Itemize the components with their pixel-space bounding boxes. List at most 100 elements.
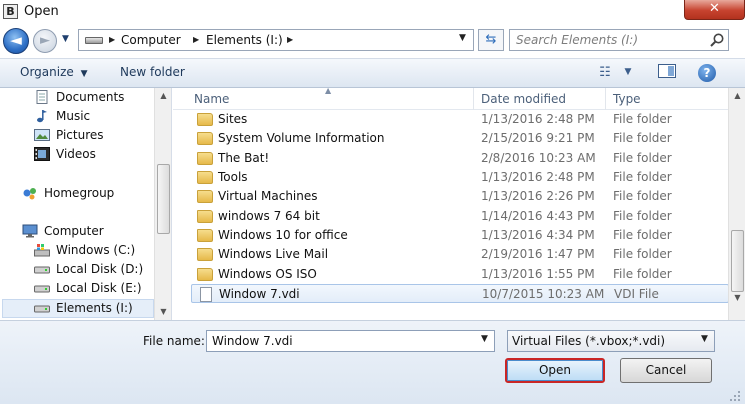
breadcrumb-computer[interactable]: Computer xyxy=(121,33,181,47)
file-row[interactable]: Tools 1/13/2016 2:48 PM File folder xyxy=(191,168,729,187)
file-name-label: File name: xyxy=(143,334,205,348)
file-type: File folder xyxy=(613,112,672,126)
organize-button[interactable]: Organize ▼ xyxy=(20,65,88,81)
nav-item-label: Homegroup xyxy=(44,186,115,200)
drive-icon xyxy=(34,285,50,293)
view-dropdown-icon[interactable]: ▼ xyxy=(622,64,634,81)
view-options-icon[interactable]: ☷ xyxy=(596,64,614,81)
column-divider[interactable] xyxy=(605,88,606,110)
file-row[interactable]: The Bat! 2/8/2016 10:23 AM File folder xyxy=(191,149,729,168)
file-name-field[interactable]: Window 7.vdi ▼ xyxy=(206,330,495,352)
column-divider[interactable] xyxy=(473,88,474,110)
nav-scrollbar[interactable]: ▲ ▼ xyxy=(154,88,171,320)
file-list-scrollbar-thumb[interactable] xyxy=(731,230,744,292)
recent-locations-dropdown[interactable]: ▼ xyxy=(62,32,74,46)
file-type: File folder xyxy=(613,267,672,281)
preview-pane-icon[interactable] xyxy=(657,64,677,81)
nav-item-label: Local Disk (E:) xyxy=(56,281,142,295)
search-input[interactable] xyxy=(516,32,702,48)
file-type: VDI File xyxy=(614,287,659,301)
file-row[interactable]: windows 7 64 bit 1/14/2016 4:43 PM File … xyxy=(191,207,729,226)
file-type: File folder xyxy=(613,189,672,203)
file-type: File folder xyxy=(613,170,672,184)
file-type: File folder xyxy=(613,247,672,261)
title-bar: B Open ✕ xyxy=(0,0,745,24)
file-type: File folder xyxy=(613,151,672,165)
file-list-scrollbar[interactable]: ▲ ▼ xyxy=(728,88,745,320)
forward-button[interactable]: ► xyxy=(33,29,57,53)
folder-icon xyxy=(197,113,213,126)
file-name: Sites xyxy=(218,112,248,126)
nav-item-label: Music xyxy=(56,109,91,123)
column-date-modified[interactable]: Date modified xyxy=(481,92,566,106)
file-row[interactable]: Windows 10 for office 1/13/2016 4:34 PM … xyxy=(191,226,729,245)
nav-item-label: Computer xyxy=(44,224,104,238)
nav-item-label: Videos xyxy=(56,147,96,161)
file-name: Windows Live Mail xyxy=(218,247,329,261)
window-title: Open xyxy=(24,4,59,19)
scroll-up-icon[interactable]: ▲ xyxy=(155,88,172,104)
file-row[interactable]: System Volume Information 2/15/2016 9:21… xyxy=(191,129,729,148)
folder-icon xyxy=(197,152,213,165)
file-date: 2/8/2016 10:23 AM xyxy=(481,151,596,165)
file-row[interactable]: Sites 1/13/2016 2:48 PM File folder xyxy=(191,110,729,129)
file-type-select[interactable]: Virtual Files (*.vbox;*.vdi) ▼ xyxy=(507,330,715,352)
address-row: ◄ ► ▼ ▶ Computer ▶ Elements (I:) ▶ ▼ ⇆ xyxy=(0,24,745,58)
file-date: 1/13/2016 1:55 PM xyxy=(481,267,595,281)
file-date: 1/13/2016 2:48 PM xyxy=(481,112,595,126)
homegroup-icon xyxy=(23,188,36,200)
refresh-button[interactable]: ⇆ xyxy=(478,29,504,51)
nav-item-label: Windows (C:) xyxy=(56,243,136,257)
folder-icon xyxy=(197,248,213,261)
file-name-value: Window 7.vdi xyxy=(212,334,293,348)
scroll-down-icon[interactable]: ▼ xyxy=(155,304,172,320)
file-date: 10/7/2015 10:23 AM xyxy=(482,287,605,301)
column-type[interactable]: Type xyxy=(613,92,641,106)
navigation-pane: Documents Music Pictures Videos Homegrou… xyxy=(0,88,172,320)
column-name[interactable]: Name xyxy=(194,92,229,106)
file-row[interactable]: Virtual Machines 1/13/2016 2:26 PM File … xyxy=(191,187,729,206)
chevron-down-icon[interactable]: ▼ xyxy=(701,334,708,344)
command-bar: Organize ▼ New folder ☷ ▼ ? xyxy=(0,58,745,88)
folder-icon xyxy=(197,210,213,223)
search-icon[interactable] xyxy=(709,32,725,48)
breadcrumb-separator-icon[interactable]: ▶ xyxy=(109,33,115,47)
address-bar[interactable]: ▶ Computer ▶ Elements (I:) ▶ ▼ xyxy=(78,29,474,51)
file-date: 2/15/2016 9:21 PM xyxy=(481,131,595,145)
back-arrow-icon: ◄ xyxy=(10,31,22,49)
nav-scrollbar-thumb[interactable] xyxy=(157,164,170,234)
file-name: System Volume Information xyxy=(218,131,385,145)
address-dropdown-icon[interactable]: ▼ xyxy=(459,33,466,43)
file-type: File folder xyxy=(613,131,672,145)
new-folder-button[interactable]: New folder xyxy=(120,65,185,79)
search-box[interactable] xyxy=(509,29,729,51)
file-name: Tools xyxy=(218,170,248,184)
cancel-button[interactable]: Cancel xyxy=(620,358,712,383)
chevron-down-icon[interactable]: ▼ xyxy=(481,334,488,344)
nav-item-label: Pictures xyxy=(56,128,104,142)
close-button[interactable]: ✕ xyxy=(684,0,745,20)
open-button[interactable]: Open xyxy=(505,358,605,383)
file-list: Name ▲ Date modified Type Sites 1/13/201… xyxy=(173,86,745,320)
folder-icon xyxy=(197,268,213,281)
file-row[interactable]: Windows OS ISO 1/13/2016 1:55 PM File fo… xyxy=(191,265,729,284)
file-type-value: Virtual Files (*.vbox;*.vdi) xyxy=(512,334,666,348)
breadcrumb-separator-icon[interactable]: ▶ xyxy=(193,33,199,47)
file-name: Virtual Machines xyxy=(218,189,318,203)
folder-icon xyxy=(197,171,213,184)
breadcrumb-separator-icon[interactable]: ▶ xyxy=(287,33,293,47)
file-row[interactable]: Windows Live Mail 2/19/2016 1:47 PM File… xyxy=(191,245,729,264)
videos-icon xyxy=(34,147,50,161)
pictures-icon xyxy=(34,129,50,141)
back-button[interactable]: ◄ xyxy=(3,28,29,54)
resize-grip-icon[interactable] xyxy=(728,389,742,403)
file-name: The Bat! xyxy=(218,151,270,165)
bottom-pane: File name: Window 7.vdi ▼ Virtual Files … xyxy=(0,320,745,404)
scroll-up-icon[interactable]: ▲ xyxy=(729,88,745,104)
refresh-icon: ⇆ xyxy=(485,32,497,47)
scroll-down-icon[interactable]: ▼ xyxy=(729,290,745,306)
breadcrumb-elements[interactable]: Elements (I:) xyxy=(206,33,283,47)
file-row-selected[interactable]: Window 7.vdi 10/7/2015 10:23 AM VDI File xyxy=(191,284,729,303)
file-date: 1/13/2016 2:26 PM xyxy=(481,189,595,203)
help-icon[interactable]: ? xyxy=(698,64,716,82)
